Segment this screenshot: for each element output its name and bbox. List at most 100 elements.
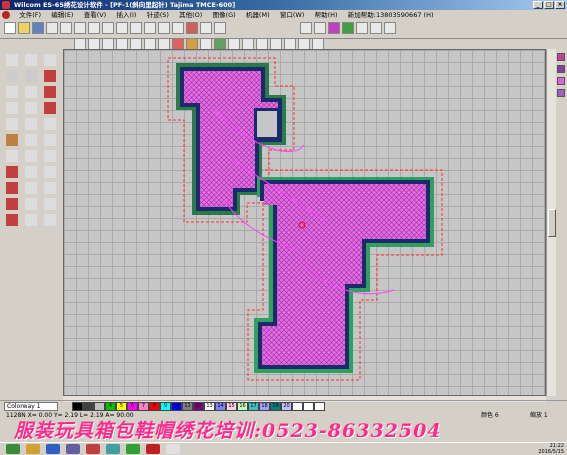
show-all-icon[interactable] — [300, 22, 312, 34]
color-swatch[interactable]: 10 — [171, 402, 182, 411]
color-swatch[interactable]: 9 — [160, 402, 171, 411]
close-button[interactable]: × — [555, 1, 565, 9]
color-swatch[interactable] — [314, 402, 325, 411]
realistic-view-icon[interactable] — [314, 22, 326, 34]
applique-icon[interactable] — [6, 182, 18, 194]
column-a-icon[interactable] — [6, 70, 18, 82]
paint-icon[interactable] — [106, 444, 120, 454]
offset-icon[interactable] — [25, 182, 37, 194]
cut-object-icon[interactable] — [44, 118, 56, 130]
monogram-icon[interactable] — [25, 150, 37, 162]
polygon-select-icon[interactable] — [44, 54, 56, 66]
menu-view[interactable]: 查看(V) — [80, 10, 111, 20]
fit-view-icon[interactable] — [158, 22, 170, 34]
measure-icon[interactable] — [356, 22, 368, 34]
grid-icon[interactable] — [172, 22, 184, 34]
undo-icon[interactable] — [102, 22, 114, 34]
menu-stitch[interactable]: 针迹(S) — [143, 10, 173, 20]
new-file-icon[interactable] — [4, 22, 16, 34]
color-swatch[interactable]: 5 — [116, 402, 127, 411]
manual-stitch-icon[interactable] — [25, 134, 37, 146]
copy-icon[interactable] — [74, 22, 86, 34]
save-icon[interactable] — [32, 22, 44, 34]
hoop-icon[interactable] — [214, 22, 226, 34]
color-swatch[interactable] — [72, 402, 83, 411]
start-point-icon[interactable] — [6, 166, 18, 178]
menu-machine[interactable]: 机器(M) — [242, 10, 274, 20]
border-icon[interactable] — [44, 182, 56, 194]
color-object-icon[interactable] — [557, 89, 565, 97]
zoom-in-icon[interactable] — [130, 22, 142, 34]
vertical-scrollbar[interactable] — [546, 49, 556, 396]
lettering-icon[interactable] — [370, 22, 382, 34]
color-swatch[interactable]: 8 — [149, 402, 160, 411]
media-icon[interactable] — [66, 444, 80, 454]
color-swatch[interactable]: 17 — [248, 402, 259, 411]
color-swatch[interactable]: 12 — [193, 402, 204, 411]
menu-image[interactable]: 图像(G) — [209, 10, 240, 20]
help-icon[interactable] — [384, 22, 396, 34]
pdf-icon[interactable] — [146, 444, 160, 454]
color-object-icon[interactable] — [557, 77, 565, 85]
color-swatch[interactable] — [303, 402, 314, 411]
vertical-scroll-thumb[interactable] — [548, 209, 556, 237]
backstitch-icon[interactable] — [44, 86, 56, 98]
color-swatch[interactable]: 19 — [270, 402, 281, 411]
reshape-icon[interactable] — [342, 22, 354, 34]
open-folder-icon[interactable] — [18, 22, 30, 34]
color-swatch[interactable]: 20 — [281, 402, 292, 411]
link-icon[interactable] — [44, 214, 56, 226]
cut-icon[interactable] — [60, 22, 72, 34]
needle-icon[interactable] — [25, 166, 37, 178]
color-swatch[interactable]: 16 — [237, 402, 248, 411]
reshape-node-icon[interactable] — [25, 54, 37, 66]
zoom-out-icon[interactable] — [144, 22, 156, 34]
fill-hole-icon[interactable] — [6, 118, 18, 130]
color-film-icon[interactable] — [328, 22, 340, 34]
menu-edit[interactable]: 编辑(E) — [47, 10, 77, 20]
color-object-icon[interactable] — [557, 53, 565, 61]
color-swatch[interactable]: 15 — [226, 402, 237, 411]
explorer-icon[interactable] — [26, 444, 40, 454]
wilcom-icon[interactable] — [166, 444, 180, 454]
color-wheel-icon[interactable] — [25, 198, 37, 210]
menu-help[interactable]: 帮助(H) — [311, 10, 342, 20]
stitch-player-icon[interactable] — [186, 22, 198, 34]
stitch-edit-icon[interactable] — [6, 134, 18, 146]
color-swatch[interactable] — [292, 402, 303, 411]
paste-icon[interactable] — [88, 22, 100, 34]
break-apart-icon[interactable] — [25, 118, 37, 130]
scissors-icon[interactable] — [44, 150, 56, 162]
input-c-icon[interactable] — [44, 102, 56, 114]
menu-window[interactable]: 窗口(W) — [276, 10, 309, 20]
minimize-button[interactable]: _ — [533, 1, 543, 9]
color-swatch[interactable]: 11 — [182, 402, 193, 411]
input-b-icon[interactable] — [25, 102, 37, 114]
color-swatch[interactable]: 14 — [215, 402, 226, 411]
stop-icon[interactable] — [44, 166, 56, 178]
menu-insert[interactable]: 插入(I) — [112, 10, 140, 20]
color-swatch[interactable]: 13 — [204, 402, 215, 411]
chain-icon[interactable] — [6, 214, 18, 226]
curve-icon[interactable] — [25, 214, 37, 226]
complex-fill-icon[interactable] — [44, 70, 56, 82]
menu-extra-help[interactable]: 新加帮助:13803590667 (H) — [344, 10, 438, 20]
color-swatch[interactable]: 18 — [259, 402, 270, 411]
redo-icon[interactable] — [116, 22, 128, 34]
line-tool-icon[interactable] — [44, 198, 56, 210]
browser-icon[interactable] — [46, 444, 60, 454]
triple-run-icon[interactable] — [25, 86, 37, 98]
color-swatch[interactable]: 4 — [105, 402, 116, 411]
maximize-button[interactable]: □ — [544, 1, 554, 9]
design-properties-icon[interactable] — [200, 22, 212, 34]
lettering-a-icon[interactable] — [6, 150, 18, 162]
start-icon[interactable] — [6, 444, 20, 454]
motif-icon[interactable] — [6, 198, 18, 210]
color-swatch[interactable]: 6 — [127, 402, 138, 411]
print-icon[interactable] — [46, 22, 58, 34]
jump-icon[interactable] — [44, 134, 56, 146]
column-b-icon[interactable] — [25, 70, 37, 82]
design-canvas[interactable] — [63, 49, 546, 396]
colorway-select[interactable]: Colorway 1 — [4, 402, 58, 411]
select-arrow-icon[interactable] — [6, 54, 18, 66]
